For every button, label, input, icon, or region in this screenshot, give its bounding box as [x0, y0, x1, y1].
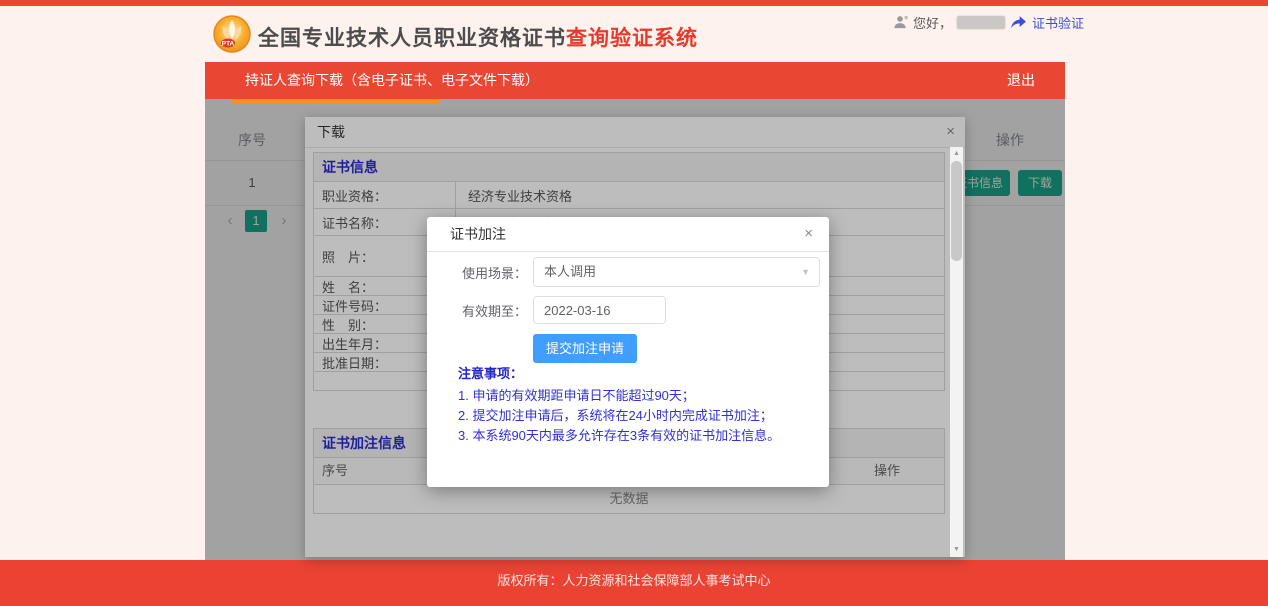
annotation-modal-title: 证书加注: [450, 217, 506, 251]
note-line-2: 2. 提交加注申请后，系统将在24小时内完成证书加注；: [458, 405, 773, 424]
scene-select[interactable]: 本人调用 ▼: [533, 257, 820, 287]
annotation-modal-header: 证书加注 ×: [427, 217, 829, 252]
share-arrow-icon[interactable]: [1010, 15, 1027, 29]
greeting-text: 您好，: [913, 13, 952, 32]
nav-bar: 持证人查询下载（含电子证书、电子文件下载） 退出: [205, 62, 1065, 99]
annotation-modal: 证书加注 × 使用场景： 本人调用 ▼ 有效期至： 提交加注申请 注意事项： 1…: [427, 217, 829, 487]
download-modal-scrollbar[interactable]: ▲ ▼: [950, 147, 963, 557]
cert-verify-link[interactable]: 证书验证: [1032, 13, 1084, 32]
masked-username: [957, 16, 1005, 29]
footer-bar: 版权所有：人力资源和社会保障部人事考试中心: [0, 560, 1268, 606]
scene-label: 使用场景：: [427, 259, 527, 289]
note-line-3: 3. 本系统90天内最多允许存在3条有效的证书加注信息。: [458, 425, 780, 444]
page-title: 全国专业技术人员职业资格证书查询验证系统: [258, 22, 698, 52]
user-icon: [893, 15, 908, 30]
nav-tab-holder-download[interactable]: 持证人查询下载（含电子证书、电子文件下载）: [245, 62, 539, 99]
expiry-date-input[interactable]: [533, 296, 666, 324]
active-tab-underline: [232, 99, 440, 103]
copyright-text: 版权所有：人力资源和社会保障部人事考试中心: [0, 560, 1268, 602]
expiry-label: 有效期至：: [427, 298, 527, 326]
notes-title: 注意事项：: [458, 363, 523, 382]
submit-annotation-button[interactable]: 提交加注申请: [533, 334, 637, 363]
annotation-modal-close-icon[interactable]: ×: [804, 217, 813, 251]
logo-text: PTA: [222, 41, 235, 48]
scroll-up-icon[interactable]: ▲: [950, 148, 963, 160]
user-bar: 您好， 证书验证: [893, 13, 1084, 31]
chevron-down-icon: ▼: [801, 258, 810, 286]
page-title-main: 全国专业技术人员职业资格证书: [258, 27, 566, 50]
logout-button[interactable]: 退出: [1007, 62, 1035, 99]
note-line-1: 1. 申请的有效期距申请日不能超过90天；: [458, 385, 695, 404]
pta-logo-icon: PTA: [212, 14, 252, 54]
scrollbar-thumb[interactable]: [951, 161, 962, 261]
page-title-accent: 查询验证系统: [566, 27, 698, 50]
scene-select-value: 本人调用: [544, 258, 596, 286]
top-red-strip: [0, 0, 1268, 6]
page: PTA 全国专业技术人员职业资格证书查询验证系统 您好， 证书验证 持证人查询下…: [0, 0, 1268, 606]
scroll-down-icon[interactable]: ▼: [950, 544, 963, 556]
